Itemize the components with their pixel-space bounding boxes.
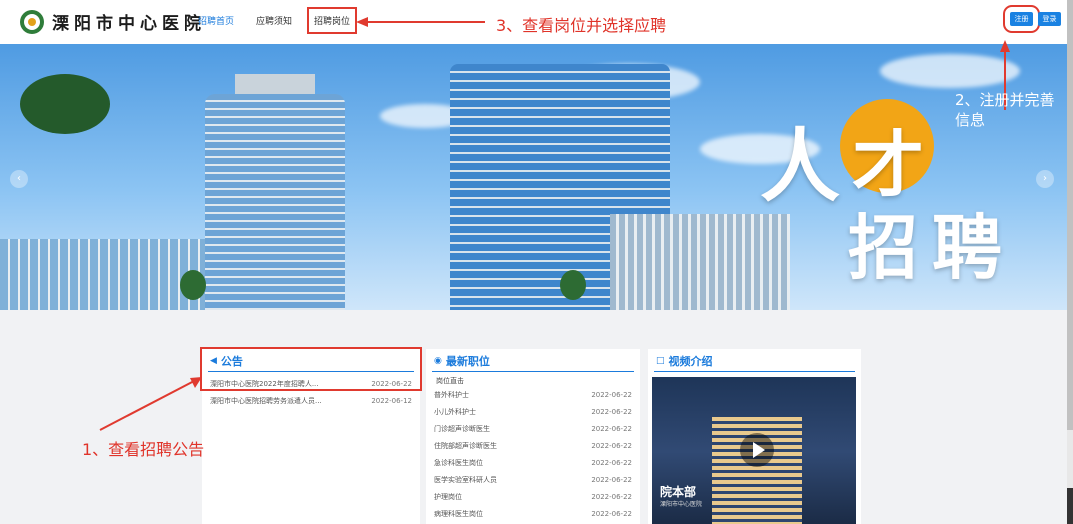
hero-recruit-text: 招聘 [848,207,1016,289]
job-item[interactable]: 门诊超声诊断医生 2022-06-22 [434,421,632,438]
hero-banner: ‹ › 人 才 招聘 [0,44,1073,310]
nav-job-positions[interactable]: 招聘岗位 [307,7,358,34]
notice-item[interactable]: 溧阳市中心医院招聘劳务派遣人员... 2022-06-12 [210,393,412,410]
jobs-list: 普外科护士 2022-06-22 小儿外科护士 2022-06-22 门诊超声诊断医… [426,386,640,524]
job-item[interactable]: 护理岗位 2022-06-22 [434,489,632,506]
job-item[interactable]: 急诊科医生岗位 2022-06-22 [434,455,632,472]
video-panel: □ 视频介绍 院本部 溧阳市中心医院 [648,349,861,524]
main-nav: 招聘首页 应聘须知 招聘岗位 [198,7,358,34]
video-square-icon: □ [656,356,665,366]
video-thumb-title: 院本部 [660,485,697,499]
login-button[interactable]: 登录 [1038,12,1061,26]
page: 溧阳市中心医院 招聘首页 应聘须知 招聘岗位 注册 登录 ‹ › 人 才 招聘 [0,0,1073,524]
jobs-title: 最新职位 [445,355,490,368]
hospital-logo[interactable]: 溧阳市中心医院 [20,9,206,34]
jobs-panel: ◉ 最新职位 岗位直击 普外科护士 2022-06-22 小儿外科护士 2022-0… [426,349,640,524]
cloud [880,54,1020,88]
job-item[interactable]: 普外科护士 2022-06-22 [434,387,632,404]
job-item[interactable]: 小儿外科护士 2022-06-22 [434,404,632,421]
register-button[interactable]: 注册 [1003,5,1040,33]
annotation-step2: 2、注册并完善信息 [955,91,1055,129]
job-item[interactable]: 医学实验室科研人员 2022-06-22 [434,472,632,489]
briefcase-icon: ◉ [434,356,442,366]
annotation-step1: 1、查看招聘公告 [82,440,205,459]
video-thumbnail[interactable]: 院本部 溧阳市中心医院 [652,377,856,524]
annex-building [610,214,790,310]
hero-ren-char: 人 [760,120,840,213]
hospital-emblem-icon [20,9,44,34]
tree [180,270,206,300]
annotation-step3: 3、查看岗位并选择应聘 [496,16,667,35]
job-item[interactable]: 病理科医生岗位 2022-06-22 [434,506,632,523]
banner-next-arrow-icon[interactable]: › [1036,170,1054,188]
notice-highlight-box [200,347,422,391]
jobs-subheading: 岗位直击 [436,377,464,385]
hospital-name: 溧阳市中心医院 [52,14,206,34]
auth-buttons: 注册 登录 [1003,5,1061,33]
job-item[interactable]: 住院部超声诊断医生 2022-06-22 [434,438,632,455]
page-scrollbar[interactable] [1067,0,1073,524]
scrollbar-thumb[interactable] [1067,0,1073,430]
jobs-header: ◉ 最新职位 [432,349,634,372]
nav-application-notes[interactable]: 应聘须知 [256,14,292,27]
tree [20,74,110,134]
tree [560,270,586,300]
nav-recruit-home[interactable]: 招聘首页 [198,14,234,27]
video-title: 视频介绍 [668,355,713,368]
play-icon[interactable] [740,433,774,467]
notice-panel: ◀ 公告 溧阳市中心医院2022年度招聘人... 2022-06-22 溧阳市中心… [200,347,422,524]
left-tower [205,94,345,310]
video-thumb-subtitle: 溧阳市中心医院 [660,501,703,508]
banner-prev-arrow-icon[interactable]: ‹ [10,170,28,188]
corner-widget [1067,488,1073,524]
video-header: □ 视频介绍 [654,349,855,372]
